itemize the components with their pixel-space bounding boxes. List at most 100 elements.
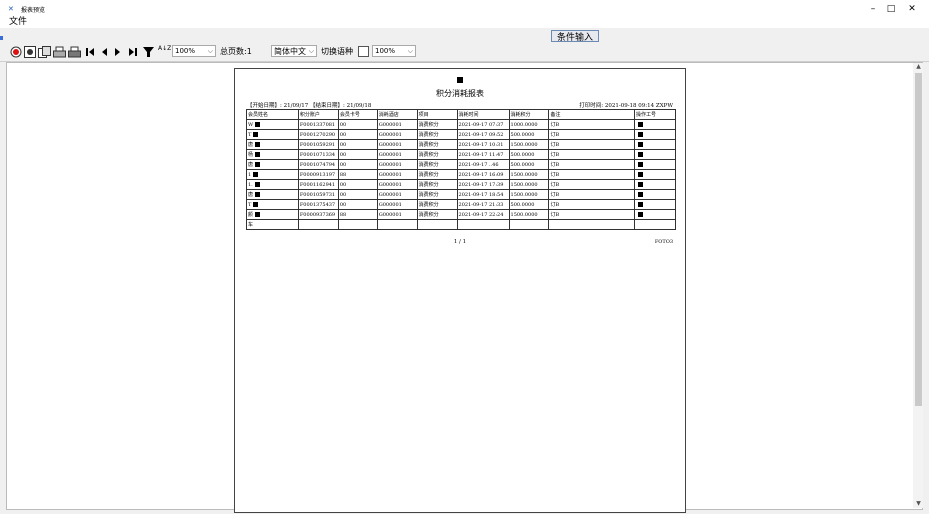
redaction-mark — [638, 141, 644, 147]
table-cell: 00 — [337, 129, 378, 140]
print-icon[interactable] — [53, 46, 66, 58]
cell-text: 消费积分 — [418, 142, 439, 148]
table-cell: G000001 — [376, 189, 418, 200]
table-row: 1 F0000913197 88 G000001 消费积分 2021-09-17 16:0… — [246, 169, 676, 180]
cell-text: 消费积分 — [418, 172, 439, 178]
scroll-down-icon[interactable]: ▼ — [914, 500, 923, 507]
table-cell: 2021-09-17 10:31 — [456, 139, 510, 150]
table-cell: 1000.0000 — [508, 119, 550, 130]
cell-text: F0001074794 — [299, 161, 336, 168]
table-row: T F0001375437 00 G000001 消费积分 2021-09-17 21:3… — [246, 199, 676, 210]
condition-input-button[interactable]: 条件输入 — [551, 30, 599, 42]
cell-text: 订B — [550, 182, 560, 188]
table-cell: F0001074794 — [297, 159, 339, 170]
redaction-mark — [255, 162, 261, 167]
cell-text: 1. — [248, 181, 253, 188]
table-cell: 88 — [337, 169, 378, 180]
cell-text: W — [248, 121, 254, 128]
cell-text: 消费积分 — [418, 152, 439, 158]
redaction-mark — [255, 121, 261, 127]
table-row: W F0001337081 00 G000001 消费积分 2021-09-17 07:3… — [246, 119, 676, 130]
cell-text: G000001 — [378, 121, 402, 128]
cell-text: 消费积分 — [418, 132, 439, 138]
redaction-mark — [638, 171, 644, 177]
table-cell: 2021-09-17 21:33 — [456, 199, 510, 210]
table-cell: 2021-09-17 16:09 — [456, 169, 510, 180]
cell-text: T — [248, 201, 252, 208]
last-page-icon[interactable] — [128, 46, 138, 58]
redaction-mark — [638, 151, 644, 157]
table-cell: G000001 — [376, 169, 418, 180]
redaction-mark — [255, 212, 261, 217]
cell-text: 500.0000 — [510, 201, 535, 208]
table-cell — [297, 219, 339, 230]
filter-icon[interactable] — [143, 46, 154, 58]
cell-text: 1500.0000 — [510, 181, 538, 188]
report-title: 积分消耗报表 — [436, 89, 484, 98]
table-cell: 订B — [548, 209, 636, 220]
table-cell — [634, 129, 676, 140]
table-cell: 消费积分 — [416, 209, 458, 220]
table-cell: 1500.0000 — [508, 209, 550, 220]
cell-text: G000001 — [378, 211, 402, 218]
cell-text: 车 — [248, 222, 254, 228]
redaction-mark — [253, 171, 259, 177]
table-cell: 00 — [337, 159, 378, 170]
export-icon[interactable] — [24, 46, 36, 58]
print-setup-icon[interactable] — [68, 46, 81, 58]
table-cell: 订B — [548, 189, 636, 200]
table-cell: 88 — [337, 209, 378, 220]
table-cell: 2021-09-17 07:37 — [456, 119, 510, 130]
redaction-mark — [638, 191, 644, 197]
table-cell: 500.0000 — [508, 129, 550, 140]
table-cell: 2021-09-17 09:52 — [456, 129, 510, 140]
table-cell: 唐 — [246, 189, 299, 200]
report-header-redacted — [235, 75, 685, 85]
copy-icon[interactable] — [38, 46, 51, 58]
chevron-down-icon: ⌵ — [207, 47, 213, 55]
cell-text: 唐 — [248, 142, 254, 148]
print-time: 打印时间: 2021-09-18 09:14 ZXPW — [579, 103, 673, 109]
cell-text: 订B — [550, 132, 560, 138]
zoom2-select[interactable]: 100% ⌵ — [372, 45, 416, 57]
col-header: 积分账户 — [297, 109, 339, 120]
table-cell: G000001 — [376, 209, 418, 220]
switch-language-checkbox[interactable] — [358, 46, 369, 57]
next-page-icon[interactable] — [114, 46, 122, 58]
cell-text: 订B — [550, 122, 560, 128]
cell-text: 00 — [339, 191, 347, 198]
col-header: 项目 — [416, 109, 458, 120]
cell-text: 1500.0000 — [510, 211, 538, 218]
redaction-mark — [638, 131, 644, 137]
cell-text: 2021-09-17 18:54 — [458, 191, 504, 198]
close-record-icon[interactable] — [10, 46, 22, 58]
cell-text: F0001059731 — [299, 191, 336, 198]
table-cell: 1500.0000 — [508, 139, 550, 150]
table-cell: 1500.0000 — [508, 179, 550, 190]
table-cell — [337, 219, 378, 230]
maximize-button[interactable]: □ — [880, 3, 902, 15]
scrollbar-thumb[interactable] — [915, 73, 922, 406]
table-cell — [634, 169, 676, 180]
cell-text: 消费积分 — [418, 212, 439, 218]
language-select[interactable]: 简体中文 ⌵ — [271, 45, 317, 57]
first-page-icon[interactable] — [85, 46, 95, 58]
table-row: 颜 F0000937369 88 G000001 消费积分 2021-09-17 22:2… — [246, 209, 676, 220]
cell-text: 订B — [550, 152, 560, 158]
scroll-up-icon[interactable]: ▲ — [914, 63, 923, 70]
table-cell: 00 — [337, 119, 378, 130]
prev-page-icon[interactable] — [100, 46, 108, 58]
table-cell — [634, 189, 676, 200]
menu-file[interactable]: 文件 — [9, 16, 27, 28]
app-icon: ✕ — [8, 5, 14, 13]
table-cell: 订B — [548, 179, 636, 190]
chevron-down-icon: ⌵ — [308, 47, 314, 55]
zoom-select[interactable]: 100% ⌵ — [172, 45, 216, 57]
table-cell — [416, 219, 458, 230]
cell-text: 消费积分 — [418, 182, 439, 188]
redaction-mark — [638, 121, 644, 127]
chevron-down-icon: ⌵ — [407, 47, 413, 55]
cell-text: 1500.0000 — [510, 171, 538, 178]
close-button[interactable]: ✕ — [901, 3, 923, 15]
sort-icon[interactable]: A↓Z — [158, 46, 171, 58]
